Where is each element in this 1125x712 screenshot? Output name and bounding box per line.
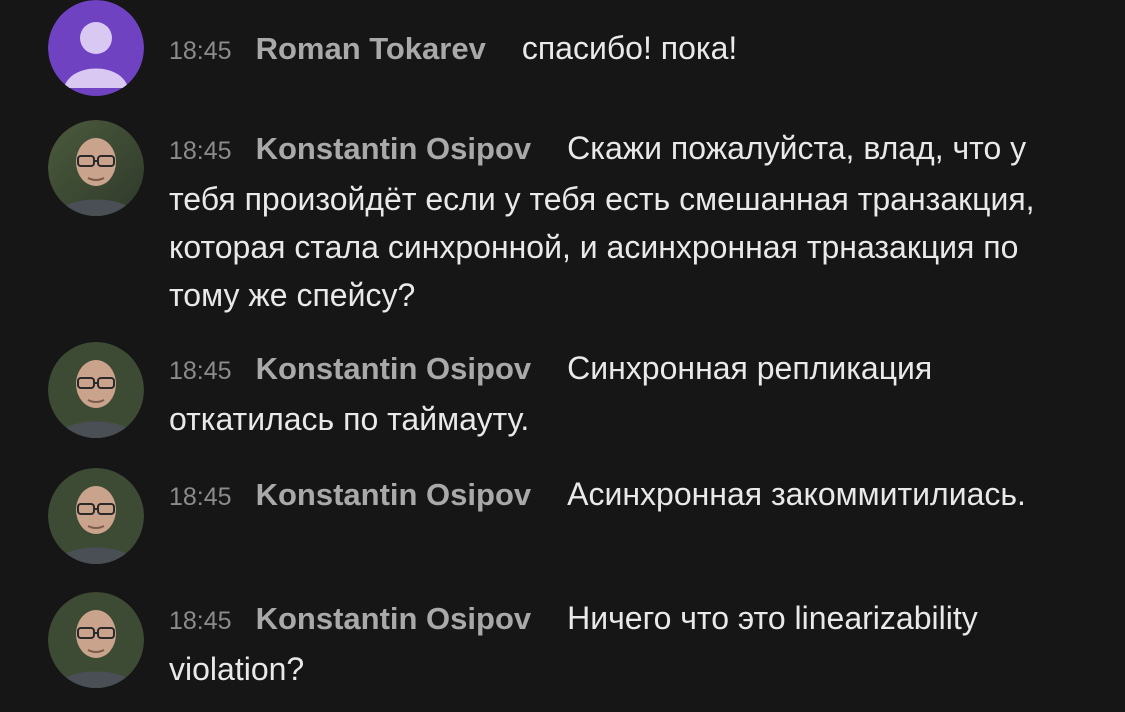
message-time: 18:45 <box>169 137 232 165</box>
message-time: 18:45 <box>169 357 232 385</box>
user-icon <box>48 0 144 96</box>
message-author[interactable]: Konstantin Osipov <box>256 131 532 166</box>
user-avatar-photo[interactable] <box>48 342 144 438</box>
profile-photo-icon <box>48 120 144 216</box>
message-text: Асинхронная закоммитилиась. <box>567 476 1026 512</box>
message-body: 18:45 Konstantin Osipov Асинхронная закомм… <box>169 470 1089 521</box>
message-time: 18:45 <box>169 37 232 65</box>
message-author[interactable]: Konstantin Osipov <box>256 351 532 386</box>
user-avatar-photo[interactable] <box>48 468 144 564</box>
user-avatar-default[interactable] <box>48 0 144 96</box>
user-avatar-photo[interactable] <box>48 120 144 216</box>
message-author[interactable]: Roman Tokarev <box>256 31 486 66</box>
message-author[interactable]: Konstantin Osipov <box>256 601 532 636</box>
message-author[interactable]: Konstantin Osipov <box>256 477 532 512</box>
profile-photo-icon <box>48 468 144 564</box>
chat-history: 18:45 Roman Tokarev спасибо! пока! 18:45… <box>0 0 1125 712</box>
message-text: спасибо! пока! <box>521 30 738 66</box>
profile-photo-icon <box>48 342 144 438</box>
message-body: 18:45 Konstantin Osipov Ничего что это lin… <box>169 594 1089 693</box>
message-body: 18:45 Konstantin Osipov Синхронная реплика… <box>169 344 1089 443</box>
message-body: 18:45 Roman Tokarev спасибо! пока! <box>169 24 1089 75</box>
message-time: 18:45 <box>169 607 232 635</box>
message-time: 18:45 <box>169 483 232 511</box>
message-body: 18:45 Konstantin Osipov Скажи пожалуйста, … <box>169 124 1089 319</box>
user-avatar-photo[interactable] <box>48 592 144 688</box>
profile-photo-icon <box>48 592 144 688</box>
